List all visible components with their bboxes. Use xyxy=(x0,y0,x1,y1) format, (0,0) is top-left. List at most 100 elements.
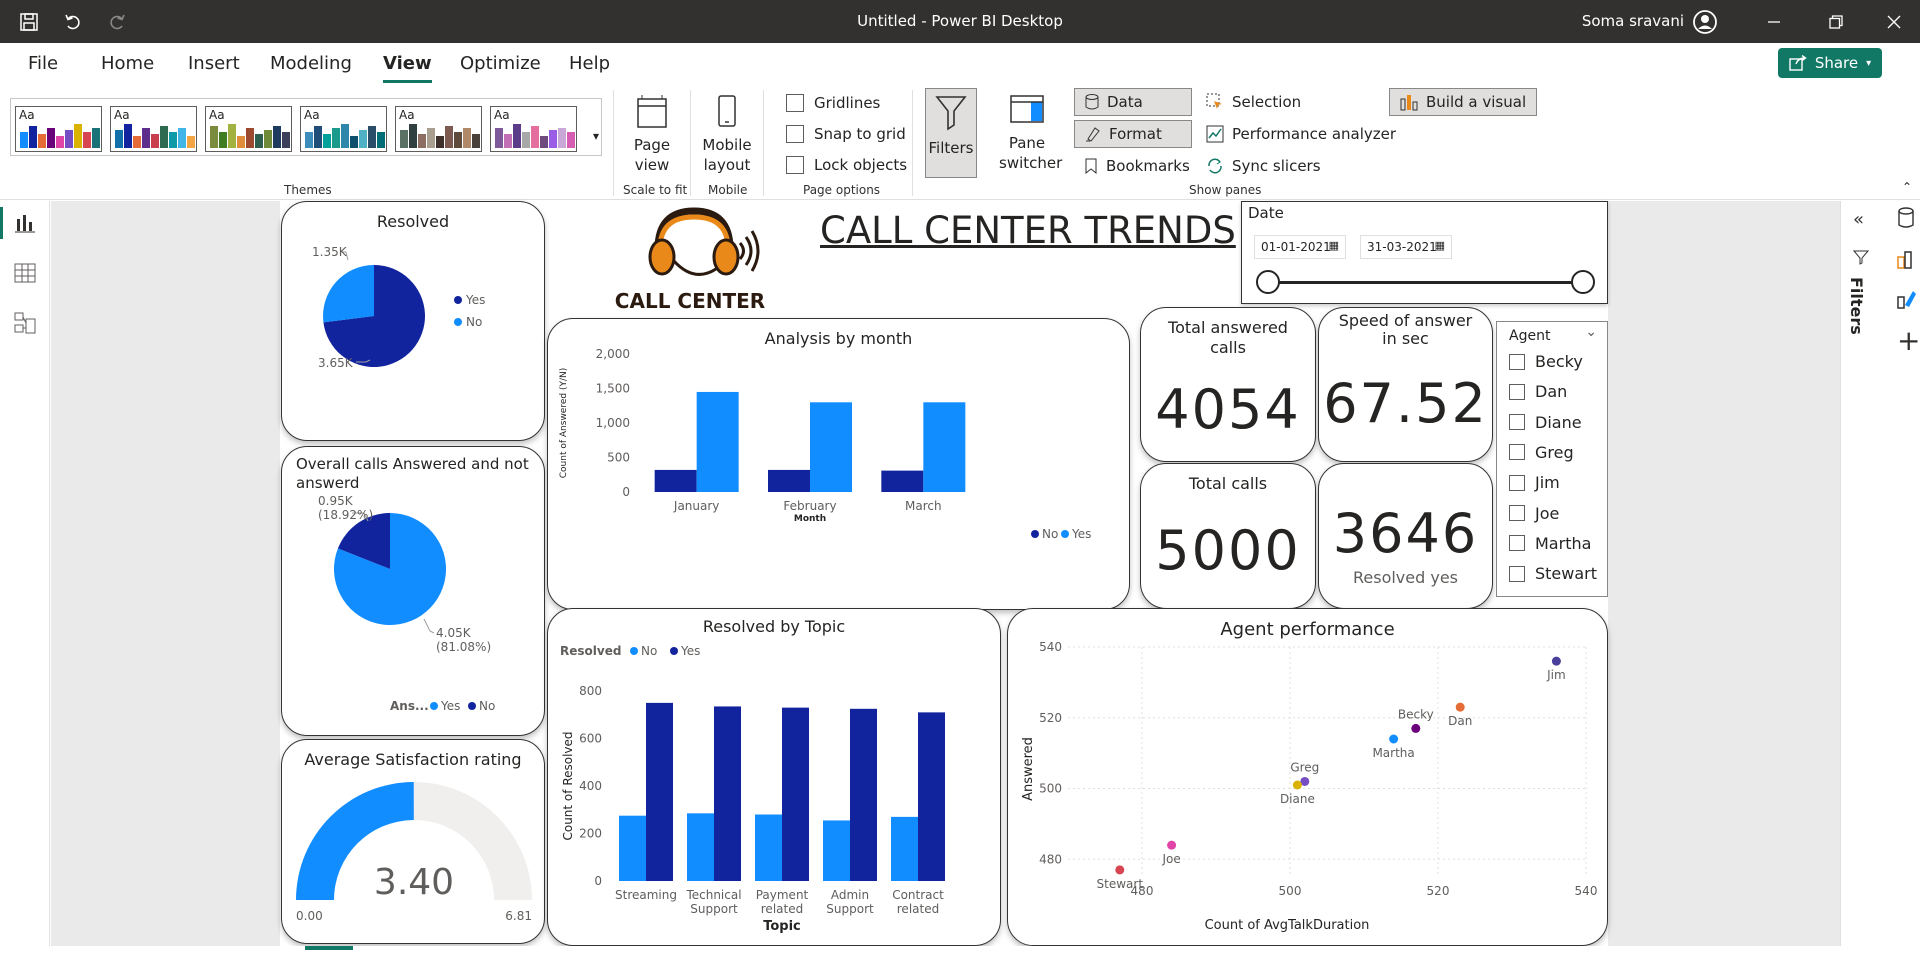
minimize-icon[interactable] xyxy=(1760,8,1788,36)
right-panes-rail: « Filters + xyxy=(1840,201,1920,953)
expand-filters-icon[interactable]: « xyxy=(1853,209,1864,230)
x-tick-label: 500 xyxy=(1279,884,1302,898)
x-tick-label: Contract xyxy=(892,888,944,902)
theme-option-1[interactable]: Aa xyxy=(15,106,102,152)
model-view-icon[interactable] xyxy=(13,311,37,335)
avatar[interactable] xyxy=(1692,9,1718,35)
date-range-start-handle[interactable] xyxy=(1256,270,1280,294)
analysis-by-month-title: Analysis by month xyxy=(764,329,913,348)
restore-icon[interactable] xyxy=(1822,8,1850,36)
bar-no-contract-related xyxy=(891,816,918,881)
agent-checkbox[interactable] xyxy=(1509,383,1525,400)
kpi-total-calls-card[interactable]: Total calls 5000 xyxy=(1140,463,1316,609)
title-bar: Untitled - Power BI Desktop Soma sravani xyxy=(0,0,1920,43)
satisfaction-gauge-card[interactable]: Average Satisfaction rating 3.40 0.00 6.81 xyxy=(281,739,545,944)
agent-checkbox[interactable] xyxy=(1509,353,1525,370)
chevron-down-icon[interactable]: ⌄ xyxy=(1585,324,1597,340)
tab-modeling[interactable]: Modeling xyxy=(270,53,352,74)
themes-expand-icon[interactable]: ▾ xyxy=(593,129,599,143)
date-range-end-handle[interactable] xyxy=(1571,270,1595,294)
filters-button[interactable]: Filters xyxy=(925,88,977,178)
performance-analyzer-button[interactable]: Performance analyzer xyxy=(1196,120,1406,148)
bookmarks-pane-button[interactable]: Bookmarks xyxy=(1074,152,1200,180)
close-icon[interactable] xyxy=(1880,8,1908,36)
gridlines-checkbox[interactable]: Gridlines xyxy=(786,94,880,112)
active-page-tab[interactable] xyxy=(305,946,353,950)
agent-option-greg[interactable]: Greg xyxy=(1509,443,1574,462)
agent-option-dan[interactable]: Dan xyxy=(1509,382,1567,401)
theme-option-3[interactable]: Aa xyxy=(205,106,292,152)
agent-checkbox[interactable] xyxy=(1509,505,1525,521)
kpi-total-answered-value: 4054 xyxy=(1155,378,1301,441)
agent-option-joe[interactable]: Joe xyxy=(1509,504,1559,523)
page-view-button[interactable]: Page view xyxy=(625,94,679,175)
x-tick-label: February xyxy=(783,499,836,513)
tab-home[interactable]: Home xyxy=(101,53,154,74)
analysis-by-month-chart: 0 500 1,000 1,500 2,000 January February March M… xyxy=(559,349,1091,541)
themes-group-label: Themes xyxy=(284,183,332,197)
theme-option-5[interactable]: Aa xyxy=(395,106,482,152)
agent-checkbox[interactable] xyxy=(1509,474,1525,491)
tab-optimize[interactable]: Optimize xyxy=(460,53,541,74)
agent-option-diane[interactable]: Diane xyxy=(1509,413,1582,432)
answered-pie-card[interactable]: Overall calls Answered and not answerd 4… xyxy=(281,446,545,736)
data-pane-button[interactable]: Data xyxy=(1074,88,1192,116)
selection-pane-button[interactable]: Selection xyxy=(1196,88,1311,116)
share-button[interactable]: Share ▾ xyxy=(1778,48,1882,78)
tab-help[interactable]: Help xyxy=(569,53,610,74)
filters-pane-label[interactable]: Filters xyxy=(1847,277,1866,335)
x-tick-label: 540 xyxy=(1575,884,1598,898)
visualizations-pane-icon[interactable] xyxy=(1897,249,1917,273)
start-date-value: 01-01-2021 xyxy=(1261,240,1331,254)
mobile-layout-button[interactable]: Mobile layout xyxy=(700,94,754,175)
resolved-pie-title: Resolved xyxy=(376,212,450,231)
agent-option-becky[interactable]: Becky xyxy=(1509,352,1583,371)
sync-slicers-button[interactable]: Sync slicers xyxy=(1196,152,1331,180)
format-pane-button[interactable]: Format xyxy=(1074,120,1192,148)
theme-option-2[interactable]: Aa xyxy=(110,106,197,152)
tab-insert[interactable]: Insert xyxy=(188,53,240,74)
y-tick-label: 200 xyxy=(579,827,602,841)
pie-data-label: 1.35K xyxy=(312,245,348,259)
end-date-input[interactable]: 31-03-2021 ▦ xyxy=(1360,235,1452,259)
agent-option-stewart[interactable]: Stewart xyxy=(1509,564,1597,583)
scatter-point-becky xyxy=(1411,723,1421,733)
date-slicer[interactable]: Date 01-01-2021 ▦ 31-03-2021 ▦ xyxy=(1241,201,1608,304)
collapse-ribbon-icon[interactable]: ⌃ xyxy=(1902,180,1912,194)
kpi-total-answered-card[interactable]: Total answered calls 4054 xyxy=(1140,307,1316,462)
snap-to-grid-checkbox[interactable]: Snap to grid xyxy=(786,125,906,143)
agent-checkbox[interactable] xyxy=(1509,414,1525,431)
bar-no-january xyxy=(654,469,697,492)
kpi-resolved-yes-card[interactable]: 3646 Resolved yes xyxy=(1318,463,1493,609)
legend-label: Yes xyxy=(1071,527,1091,541)
agent-checkbox[interactable] xyxy=(1509,444,1525,461)
report-view-icon[interactable] xyxy=(13,211,37,235)
format-pane-icon[interactable] xyxy=(1897,289,1917,313)
build-visual-button[interactable]: Build a visual xyxy=(1389,88,1538,116)
start-date-input[interactable]: 01-01-2021 ▦ xyxy=(1254,235,1346,259)
tab-view[interactable]: View xyxy=(383,53,432,83)
data-pane-icon[interactable] xyxy=(1897,207,1915,233)
y-tick-label: 480 xyxy=(1039,852,1062,866)
agent-option-martha[interactable]: Martha xyxy=(1509,534,1591,553)
tab-file[interactable]: File xyxy=(28,53,58,74)
table-view-icon[interactable] xyxy=(13,261,37,285)
analysis-by-month-card[interactable]: Analysis by month 0 500 1,000 1,500 2,000 Jan… xyxy=(547,318,1130,610)
show-panes-label: Show panes xyxy=(1189,183,1262,197)
pane-switcher-label: Pane switcher xyxy=(999,134,1063,172)
user-name[interactable]: Soma sravani xyxy=(1582,12,1684,30)
agent-slicer[interactable]: Agent ⌄ Becky Dan Diane Greg Jim Joe Martha Ste… xyxy=(1496,321,1608,597)
resolved-pie-card[interactable]: Resolved 3.65K 1.35K Yes No xyxy=(281,201,545,441)
resolved-by-topic-card[interactable]: Resolved by Topic Resolved No Yes 0 200 400 60… xyxy=(547,608,1001,946)
agent-performance-card[interactable]: Agent performance 480 500 520 540 480 500 520 5… xyxy=(1007,608,1608,946)
pane-switcher-button[interactable]: Pane switcher xyxy=(997,92,1063,173)
agent-checkbox[interactable] xyxy=(1509,565,1525,582)
theme-option-6[interactable]: Aa xyxy=(490,106,577,152)
kpi-speed-answer-card[interactable]: Speed of answer in sec 67.52 xyxy=(1318,307,1493,462)
add-pane-icon[interactable]: + xyxy=(1897,327,1920,355)
filter-pane-icon[interactable] xyxy=(1852,249,1870,269)
lock-objects-checkbox[interactable]: Lock objects xyxy=(786,156,907,174)
theme-option-4[interactable]: Aa xyxy=(300,106,387,152)
agent-checkbox[interactable] xyxy=(1509,535,1525,552)
agent-option-jim[interactable]: Jim xyxy=(1509,473,1560,492)
